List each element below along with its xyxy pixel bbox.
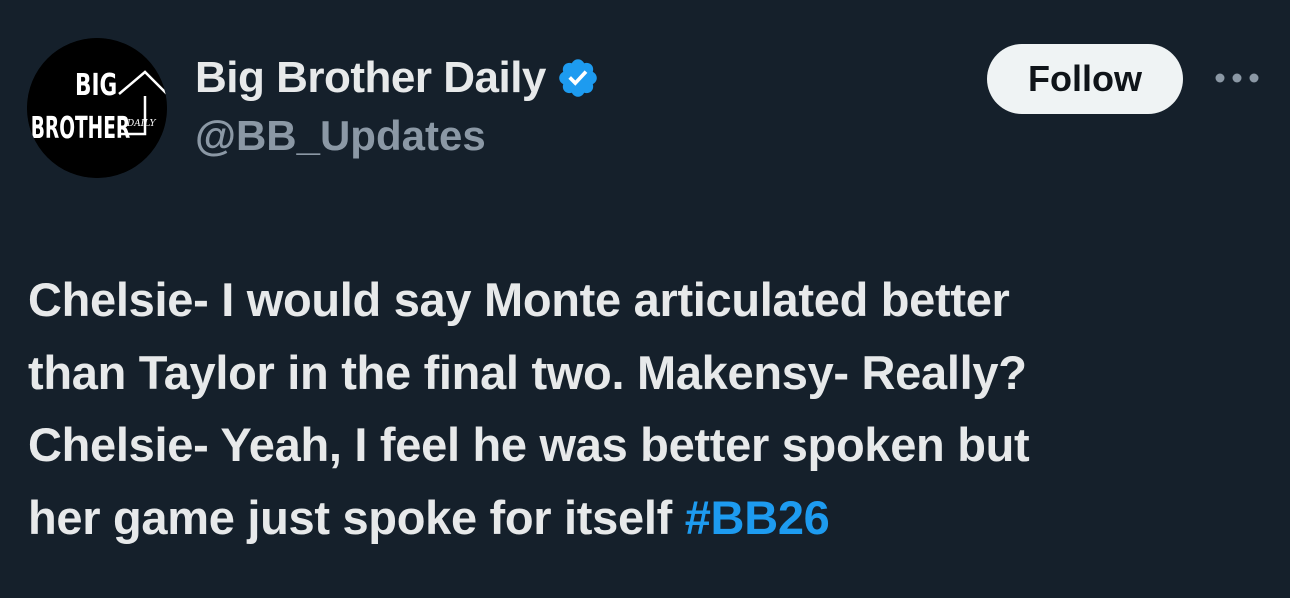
logo-big-text: BIG (75, 69, 117, 103)
hashtag-link[interactable]: #BB26 (685, 491, 830, 544)
more-horizontal-icon[interactable] (1212, 66, 1262, 90)
big-brother-daily-logo: BIG BROTHER DAILY (27, 38, 167, 178)
name-row: Big Brother Daily (195, 50, 600, 106)
author-info: Big Brother Daily @BB_Updates (195, 50, 600, 160)
follow-button[interactable]: Follow (987, 44, 1183, 114)
logo-daily-text: DAILY (126, 119, 157, 129)
display-name[interactable]: Big Brother Daily (195, 53, 546, 103)
tweet-line: than Taylor in the final two. Makensy- R… (28, 345, 1027, 399)
tweet-line-text: her game just spoke for itself (28, 490, 672, 544)
logo-brother-text: BROTHER (31, 110, 131, 145)
avatar[interactable]: BIG BROTHER DAILY (27, 38, 167, 178)
user-handle[interactable]: @BB_Updates (195, 112, 600, 160)
tweet-line: Chelsie- I would say Monte articulated b… (28, 273, 1010, 326)
tweet-card: BIG BROTHER DAILY Big Brother Daily @BB_… (0, 0, 1290, 598)
tweet-text: Chelsie- I would say Monte articulated b… (28, 264, 1268, 554)
tweet-line: Chelsie- Yeah, I feel he was better spok… (28, 418, 1030, 471)
tweet-line-last: her game just spoke for itself #BB26 (28, 482, 1268, 555)
verified-badge-icon[interactable] (556, 56, 600, 100)
